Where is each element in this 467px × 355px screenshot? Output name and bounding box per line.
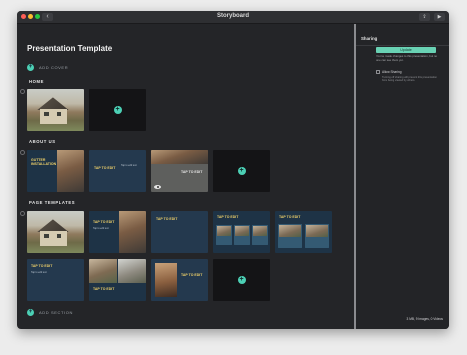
slide-thumb-template-1[interactable] <box>27 211 84 253</box>
house-roof-graphic <box>37 219 69 232</box>
plus-icon: + <box>27 63 34 71</box>
house-window-graphic <box>56 234 62 239</box>
slide-title-text: TAP TO EDIT <box>181 273 203 277</box>
plus-icon: + <box>237 276 246 284</box>
slide-title-text: TAP TO EDIT <box>217 215 239 219</box>
slide-thumb-template-6[interactable]: TAP TO EDIT Tap to edit text <box>27 259 84 301</box>
slide-photo <box>57 150 84 192</box>
slide-thumb-template-8[interactable]: TAP TO EDIT <box>151 259 208 301</box>
slide-title-text: TAP TO EDIT <box>93 220 115 224</box>
slide-photo <box>118 259 146 283</box>
house-window-graphic <box>44 234 49 239</box>
plus-icon: + <box>27 308 34 316</box>
slide-thumb-template-7[interactable]: TAP TO EDIT <box>89 259 146 301</box>
slide-thumb-template-4[interactable]: TAP TO EDIT <box>213 211 270 253</box>
storyboard-main: Presentation Template + ADD COVER HOME +… <box>17 24 354 329</box>
slide-thumb-about-1[interactable]: TAP TO EDIT Tap to edit text <box>89 150 146 192</box>
slide-title-text: TAP TO EDIT <box>31 264 53 268</box>
eye-icon[interactable] <box>154 185 161 189</box>
slide-thumb-gutter-installation[interactable]: GUTTER INSTALLATION <box>27 150 84 192</box>
slide-thumb-template-5[interactable]: TAP TO EDIT <box>275 211 332 253</box>
add-cover-button[interactable]: + ADD COVER <box>27 63 68 71</box>
slide-photo <box>155 263 177 297</box>
section-label-home: HOME <box>29 79 44 84</box>
play-icon: ▶ <box>437 14 442 20</box>
slide-title-text: TAP TO EDIT <box>94 166 116 170</box>
house-roof-graphic <box>37 97 69 110</box>
slide-photo <box>119 211 146 253</box>
share-icon: ⇪ <box>422 14 427 20</box>
add-cover-label: ADD COVER <box>39 64 69 70</box>
mini-card <box>252 225 268 245</box>
add-section-label: ADD SECTION <box>39 309 73 315</box>
allow-sharing-description: Turning off sharing will prevent this pr… <box>382 76 437 83</box>
house-window-graphic <box>44 112 49 117</box>
slide-title-text: TAP TO EDIT <box>156 217 178 221</box>
play-button[interactable]: ▶ <box>434 13 445 21</box>
slide-photo <box>89 259 117 283</box>
slide-thumb-about-2[interactable]: TAP TO EDIT <box>151 150 208 192</box>
mini-card <box>234 225 250 245</box>
house-window-graphic <box>56 112 62 117</box>
add-slide-home[interactable]: + <box>89 89 146 131</box>
update-description: You've made changes to this presentation… <box>376 54 438 62</box>
slide-title-text: TAP TO EDIT <box>279 215 301 219</box>
slide-photo <box>279 225 301 237</box>
slide-thumb-template-2[interactable]: TAP TO EDIT Tap to edit text <box>89 211 146 253</box>
add-slide-page-templates[interactable]: + <box>213 259 270 301</box>
slide-thumb-home-cover[interactable] <box>27 89 84 131</box>
slide-body-text: Tap to edit text <box>31 271 47 274</box>
share-button[interactable]: ⇪ <box>419 13 430 21</box>
slide-photo <box>253 226 267 236</box>
section-select-home[interactable] <box>20 89 25 94</box>
allow-sharing-checkbox[interactable] <box>376 70 380 74</box>
add-slide-about-us[interactable]: + <box>213 150 270 192</box>
slide-photo <box>235 226 249 236</box>
slide-photo <box>151 150 208 164</box>
mini-card <box>305 224 329 248</box>
section-label-page-templates: PAGE TEMPLATES <box>29 200 76 205</box>
slide-thumb-template-3[interactable]: TAP TO EDIT <box>151 211 208 253</box>
app-window: ‹ Storyboard ⇪ ▶ Presentation Template +… <box>17 11 449 329</box>
mini-card <box>216 225 232 245</box>
slide-body-text: Tap to edit text <box>121 164 137 167</box>
slide-photo <box>306 225 328 237</box>
section-select-page-templates[interactable] <box>20 211 25 216</box>
slide-title-text: TAP TO EDIT <box>181 170 203 174</box>
slide-body-text: Tap to edit text <box>93 227 109 230</box>
plus-icon: + <box>113 106 122 114</box>
title-bar: ‹ Storyboard ⇪ ▶ <box>17 11 449 24</box>
allow-sharing-label[interactable]: Allow Sharing <box>382 70 402 74</box>
add-section-button[interactable]: + ADD SECTION <box>27 308 73 316</box>
slide-photo <box>217 226 231 236</box>
section-select-about-us[interactable] <box>20 150 25 155</box>
presentation-stats: 3 MB, 9 Images, 0 Videos <box>406 317 443 321</box>
sharing-panel: Sharing Update You've made changes to th… <box>356 24 449 329</box>
plus-icon: + <box>237 167 246 175</box>
update-button[interactable]: Update <box>376 47 436 53</box>
divider <box>356 45 449 46</box>
slide-title-text: GUTTER INSTALLATION <box>31 158 57 166</box>
window-title: Storyboard <box>216 13 249 19</box>
panel-title: Sharing <box>361 36 378 41</box>
section-label-about-us: ABOUT US <box>29 139 56 144</box>
page-title: Presentation Template <box>27 44 113 53</box>
slide-title-text: TAP TO EDIT <box>93 287 115 291</box>
mini-card <box>278 224 302 248</box>
